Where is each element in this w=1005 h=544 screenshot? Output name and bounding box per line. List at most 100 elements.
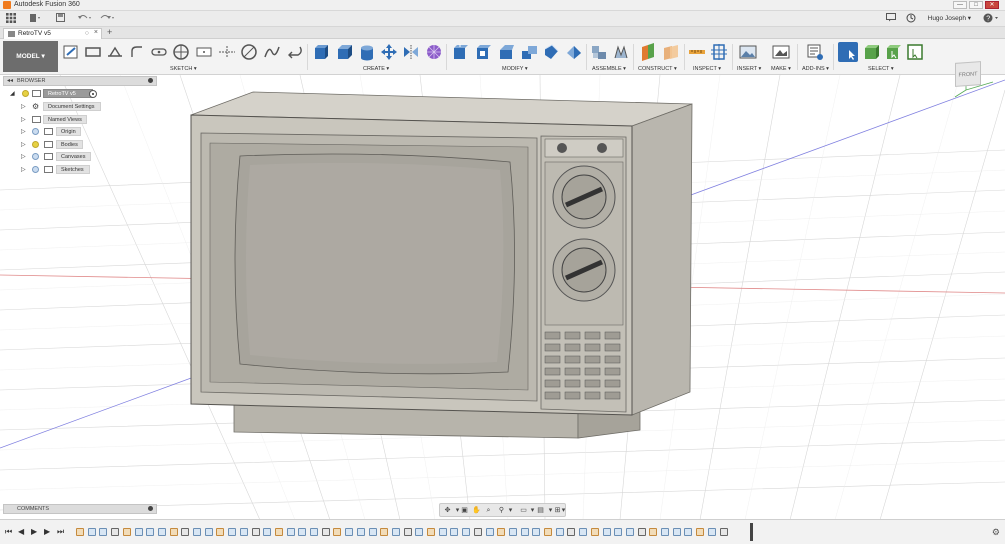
timeline-feature-icon[interactable] [356, 528, 365, 536]
timeline-feature-icon[interactable] [298, 528, 307, 536]
user-account-menu[interactable]: Hugo Joseph ▾ [928, 14, 971, 22]
close-button[interactable]: ✕ [985, 1, 999, 9]
box-icon[interactable] [335, 43, 353, 61]
timeline-feature-icon[interactable] [579, 528, 588, 536]
timeline-feature-icon[interactable] [146, 528, 155, 536]
orbit-icon[interactable]: ✥ [443, 506, 452, 515]
timeline-settings-gear-icon[interactable]: ⚙ [992, 527, 1000, 538]
timeline-feature-icon[interactable] [333, 528, 342, 536]
file-menu-icon[interactable] [28, 13, 42, 25]
timeline-feature-icon[interactable] [380, 528, 389, 536]
offset-plane-icon[interactable] [639, 43, 657, 61]
select-tool-active[interactable] [838, 42, 858, 62]
close-tab-icon[interactable]: × [94, 29, 98, 36]
redo-icon[interactable] [98, 13, 116, 25]
timeline-feature-icon[interactable] [99, 528, 108, 536]
visibility-bulb-icon[interactable] [32, 153, 39, 160]
timeline-feature-icon[interactable] [122, 528, 131, 536]
midplane-icon[interactable] [662, 43, 680, 61]
timeline-feature-icon[interactable] [602, 528, 611, 536]
timeline-feature-icon[interactable] [649, 528, 658, 536]
pan-icon[interactable]: ✋ [472, 506, 481, 515]
select-priority-icon[interactable] [884, 43, 902, 61]
timeline-feature-icon[interactable] [157, 528, 166, 536]
timeline-feature-icon[interactable] [520, 528, 529, 536]
timeline-feature-icon[interactable] [614, 528, 623, 536]
arc-icon[interactable] [240, 43, 258, 61]
timeline-marker[interactable] [750, 523, 753, 541]
timeline-features[interactable] [76, 526, 756, 539]
sketch-rectangle-icon[interactable] [195, 43, 213, 61]
document-tab-retrotv[interactable]: RetroTV v5 ○ × [3, 28, 102, 39]
fit-icon[interactable]: ⚲ [497, 506, 506, 515]
timeline-feature-icon[interactable] [134, 528, 143, 536]
move-icon[interactable] [380, 43, 398, 61]
timeline-feature-icon[interactable] [193, 528, 201, 536]
mirror-icon[interactable] [402, 43, 420, 61]
joint-icon[interactable] [612, 43, 630, 61]
zoom-icon[interactable]: ⌕ [484, 506, 493, 515]
timeline-feature-icon[interactable] [637, 528, 646, 536]
undo-icon[interactable] [76, 13, 94, 25]
timeline-feature-icon[interactable] [625, 528, 634, 536]
rectangle-icon[interactable] [84, 43, 102, 61]
look-at-face-icon[interactable]: ▣ [460, 506, 469, 515]
select-box-icon[interactable] [862, 43, 880, 61]
timeline-feature-icon[interactable] [590, 528, 599, 536]
measure-icon[interactable] [688, 43, 706, 61]
make-group-label[interactable]: MAKE ▾ [771, 66, 791, 72]
minimize-button[interactable]: — [953, 1, 967, 9]
job-status-icon[interactable] [905, 13, 917, 25]
timeline-feature-icon[interactable] [286, 528, 295, 536]
timeline-feature-icon[interactable] [169, 528, 178, 536]
timeline-feature-icon[interactable] [251, 528, 260, 536]
timeline-feature-icon[interactable] [321, 528, 330, 536]
expand-arrow-icon[interactable]: ▷ [21, 103, 26, 110]
expand-arrow-icon[interactable]: ▷ [21, 166, 26, 173]
app-grid-icon[interactable] [5, 13, 17, 25]
fillet-icon[interactable] [474, 43, 492, 61]
timeline-feature-icon[interactable] [567, 528, 576, 536]
slot-icon[interactable] [150, 43, 168, 61]
spline-icon[interactable] [263, 43, 281, 61]
timeline-feature-icon[interactable] [544, 528, 552, 536]
timeline-feature-icon[interactable] [661, 528, 669, 536]
visibility-bulb-icon[interactable] [32, 166, 39, 173]
zoom-dropdown-icon[interactable]: ▾ [506, 506, 515, 515]
3d-viewport[interactable] [0, 75, 1005, 519]
go-to-end-icon[interactable]: ⏭ [57, 527, 64, 537]
window-select-icon[interactable] [906, 43, 924, 61]
extrude-icon[interactable] [312, 43, 330, 61]
create-sketch-icon[interactable] [62, 43, 80, 61]
timeline-feature-icon[interactable] [181, 528, 190, 536]
timeline-feature-icon[interactable] [239, 528, 248, 536]
viewports-dropdown-icon[interactable]: ▾ [561, 506, 566, 515]
browser-panel-header[interactable]: ◂◂ BROWSER [3, 76, 157, 86]
expand-arrow-icon[interactable]: ▷ [21, 153, 26, 160]
press-pull-icon[interactable] [451, 43, 469, 61]
assemble-group-label[interactable]: ASSEMBLE ▾ [592, 66, 626, 72]
timeline-feature-icon[interactable] [508, 528, 517, 536]
section-analysis-icon[interactable] [710, 43, 728, 61]
timeline-feature-icon[interactable] [391, 528, 400, 536]
activate-component-icon[interactable] [89, 90, 97, 98]
step-back-icon[interactable]: ◀ [18, 527, 24, 536]
timeline-feature-icon[interactable] [555, 528, 564, 536]
timeline-feature-icon[interactable] [450, 528, 459, 536]
step-forward-icon[interactable]: ▶ [44, 527, 50, 536]
insert-group-label[interactable]: INSERT ▾ [737, 66, 761, 72]
timeline-feature-icon[interactable] [204, 528, 213, 536]
grid-settings-icon[interactable]: ▤ [536, 506, 545, 515]
timeline-feature-icon[interactable] [415, 528, 424, 536]
collapse-arrow-icon[interactable]: ◢ [10, 90, 15, 97]
3d-print-icon[interactable] [772, 43, 790, 61]
comments-panel-header[interactable]: COMMENTS [3, 504, 157, 514]
offset-icon[interactable] [286, 43, 304, 61]
play-icon[interactable]: ▶ [31, 527, 37, 536]
shell-icon[interactable] [520, 43, 538, 61]
select-group-label[interactable]: SELECT ▾ [868, 66, 894, 72]
timeline-feature-icon[interactable] [497, 528, 506, 536]
new-component-icon[interactable] [590, 43, 608, 61]
sketch-group-label[interactable]: SKETCH ▾ [170, 66, 197, 72]
addins-group-label[interactable]: ADD-INS ▾ [802, 66, 829, 72]
